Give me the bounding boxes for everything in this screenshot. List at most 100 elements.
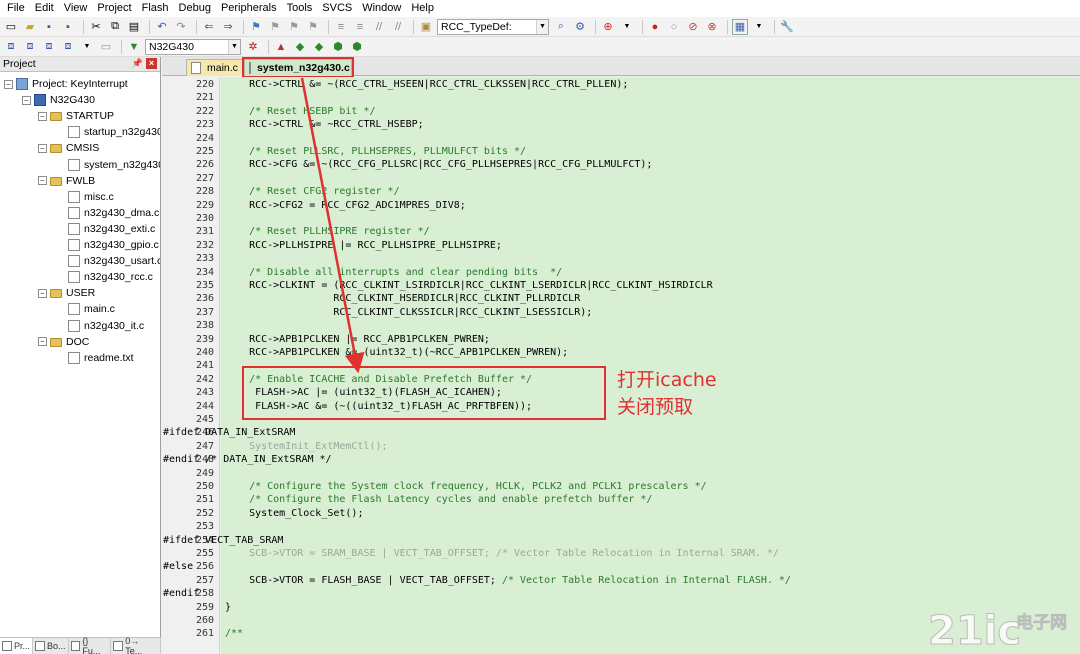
code-line: 230 (162, 212, 1080, 225)
tree-item-file[interactable]: startup_n32g430. (68, 124, 160, 140)
tree-item-file[interactable]: n32g430_rcc.c (68, 269, 153, 285)
collapse-icon[interactable]: − (38, 143, 47, 153)
menu-item-flash[interactable]: Flash (137, 0, 174, 17)
rte-icon[interactable]: ⬢ (349, 39, 365, 55)
save-all-icon[interactable]: ▪ (60, 19, 76, 35)
tree-item-folder[interactable]: − USER (38, 285, 95, 301)
find-combo[interactable]: RCC_TypeDef: ▼ (437, 18, 549, 35)
chevron-down-icon[interactable]: ▼ (619, 19, 635, 35)
separator (774, 19, 775, 34)
collapse-icon[interactable]: − (38, 288, 47, 298)
collapse-icon[interactable]: − (4, 79, 13, 89)
download-icon[interactable]: ▼ (126, 39, 142, 55)
breakpoint-disable-icon[interactable]: ○ (666, 19, 682, 35)
panel-tab-0[interactable]: Pr... (0, 638, 34, 654)
line-number: 251 (195, 494, 214, 506)
menu-bar: File Edit View Project Flash Debug Peripherals… (0, 0, 1080, 17)
batch-build-icon[interactable]: ⧈ (60, 39, 76, 55)
menu-item-edit[interactable]: Edit (30, 0, 59, 17)
incremental-find-icon[interactable]: ⚙ (572, 19, 588, 35)
tree-item-file[interactable]: readme.txt (68, 350, 134, 366)
project-panel-title: Project (3, 58, 36, 70)
find-icon[interactable]: ⌕ (553, 19, 569, 35)
chevron-down-icon[interactable]: ▼ (536, 19, 548, 34)
panel-tab-3[interactable]: 0→ Te... (111, 636, 161, 654)
menu-item-debug[interactable]: Debug (174, 0, 216, 17)
menu-item-tools[interactable]: Tools (282, 0, 318, 17)
paste-icon[interactable]: ▤ (126, 19, 142, 35)
manage-runtime-icon[interactable]: ◆ (292, 39, 308, 55)
tree-item-folder[interactable]: − FWLB (38, 173, 95, 189)
debug-session-icon[interactable]: ⊕ (600, 19, 616, 35)
breakpoint-kill-all-icon[interactable]: ⊗ (704, 19, 720, 35)
tree-item-project[interactable]: − Project: KeyInterrupt (4, 76, 128, 92)
collapse-icon[interactable]: − (38, 176, 47, 186)
menu-item-project[interactable]: Project (92, 0, 136, 17)
indent-icon[interactable]: ≡ (333, 19, 349, 35)
chevron-down-icon[interactable]: ▼ (751, 19, 767, 35)
stop-build-icon[interactable]: ▭ (98, 39, 114, 55)
target-combo[interactable]: N32G430 ▼ (145, 38, 241, 55)
unindent-icon[interactable]: ≡ (352, 19, 368, 35)
tree-item-folder[interactable]: − STARTUP (38, 108, 114, 124)
tree-item-target[interactable]: − N32G430 (22, 92, 95, 108)
pack-installer-icon[interactable]: ⬢ (330, 39, 346, 55)
chevron-down-icon[interactable]: ▼ (228, 39, 240, 54)
panel-tab-2[interactable]: {} Fu... (69, 636, 112, 654)
select-packs-icon[interactable]: ◆ (311, 39, 327, 55)
line-code: SystemInit_ExtMemCtl(); (225, 440, 387, 453)
tree-item-file[interactable]: n32g430_it.c (68, 318, 144, 334)
line-code: RCC->CLKINT = (RCC_CLKINT_LSIRDICLR|RCC_… (225, 279, 713, 292)
uncomment-icon[interactable]: // (390, 19, 406, 35)
nav-forward-icon[interactable]: ⇒ (220, 19, 236, 35)
configure-icon[interactable]: 🔧 (779, 19, 795, 35)
redo-icon[interactable]: ↷ (173, 19, 189, 35)
code-line: 232 RCC->PLLHSIPRE |= RCC_PLLHSIPRE_PLLH… (162, 239, 1080, 252)
build-icon[interactable]: ⧈ (22, 39, 38, 55)
tree-item-file[interactable]: n32g430_usart.c (68, 253, 160, 269)
line-code: #endif /* DATA_IN_ExtSRAM */ (163, 453, 332, 466)
tree-item-file[interactable]: n32g430_exti.c (68, 221, 155, 237)
menu-item-svcs[interactable]: SVCS (317, 0, 357, 17)
rebuild-icon[interactable]: ⧈ (41, 39, 57, 55)
breakpoint-disable-all-icon[interactable]: ⊘ (685, 19, 701, 35)
open-file-icon[interactable]: ▰ (22, 19, 38, 35)
tree-item-file[interactable]: misc.c (68, 189, 114, 205)
close-icon[interactable]: × (146, 58, 157, 69)
save-icon[interactable]: ▪ (41, 19, 57, 35)
menu-item-peripherals[interactable]: Peripherals (216, 0, 282, 17)
cut-icon[interactable]: ✂ (88, 19, 104, 35)
target-options-icon[interactable]: ✲ (245, 39, 261, 55)
collapse-icon[interactable]: − (22, 95, 31, 105)
menu-item-file[interactable]: File (2, 0, 30, 17)
bookmark-icon[interactable]: ⚑ (248, 19, 264, 35)
nav-back-icon[interactable]: ⇐ (201, 19, 217, 35)
tree-item-file[interactable]: system_n32g430. (68, 157, 160, 173)
panel-tab-1[interactable]: Bo... (33, 638, 69, 654)
bookmark-next-icon[interactable]: ⚑ (286, 19, 302, 35)
pin-icon[interactable]: 📌 (132, 58, 143, 69)
code-comment: /* Disable all interrupts and clear pend… (225, 266, 563, 278)
chevron-down-icon[interactable]: ▼ (79, 39, 95, 55)
collapse-icon[interactable]: − (38, 337, 47, 347)
manage-components-icon[interactable]: ▲ (273, 39, 289, 55)
undo-icon[interactable]: ↶ (154, 19, 170, 35)
menu-item-window[interactable]: Window (357, 0, 406, 17)
tree-item-file[interactable]: n32g430_dma.c (68, 205, 159, 221)
new-file-icon[interactable]: ▭ (3, 19, 19, 35)
copy-icon[interactable]: ⧉ (107, 19, 123, 35)
menu-item-help[interactable]: Help (406, 0, 439, 17)
comment-icon[interactable]: // (371, 19, 387, 35)
tree-item-folder[interactable]: − CMSIS (38, 140, 99, 156)
window-layout-icon[interactable]: ▦ (732, 18, 748, 35)
bookmark-prev-icon[interactable]: ⚑ (267, 19, 283, 35)
menu-item-view[interactable]: View (59, 0, 93, 17)
tree-item-file[interactable]: n32g430_gpio.c (68, 237, 159, 253)
tree-item-folder[interactable]: − DOC (38, 334, 89, 350)
tree-item-file[interactable]: main.c (68, 301, 115, 317)
collapse-icon[interactable]: − (38, 111, 47, 121)
breakpoint-icon[interactable]: ● (647, 19, 663, 35)
find-in-files-icon[interactable]: ▣ (418, 19, 434, 35)
bookmark-clear-icon[interactable]: ⚑ (305, 19, 321, 35)
translate-icon[interactable]: ⧈ (3, 39, 19, 55)
